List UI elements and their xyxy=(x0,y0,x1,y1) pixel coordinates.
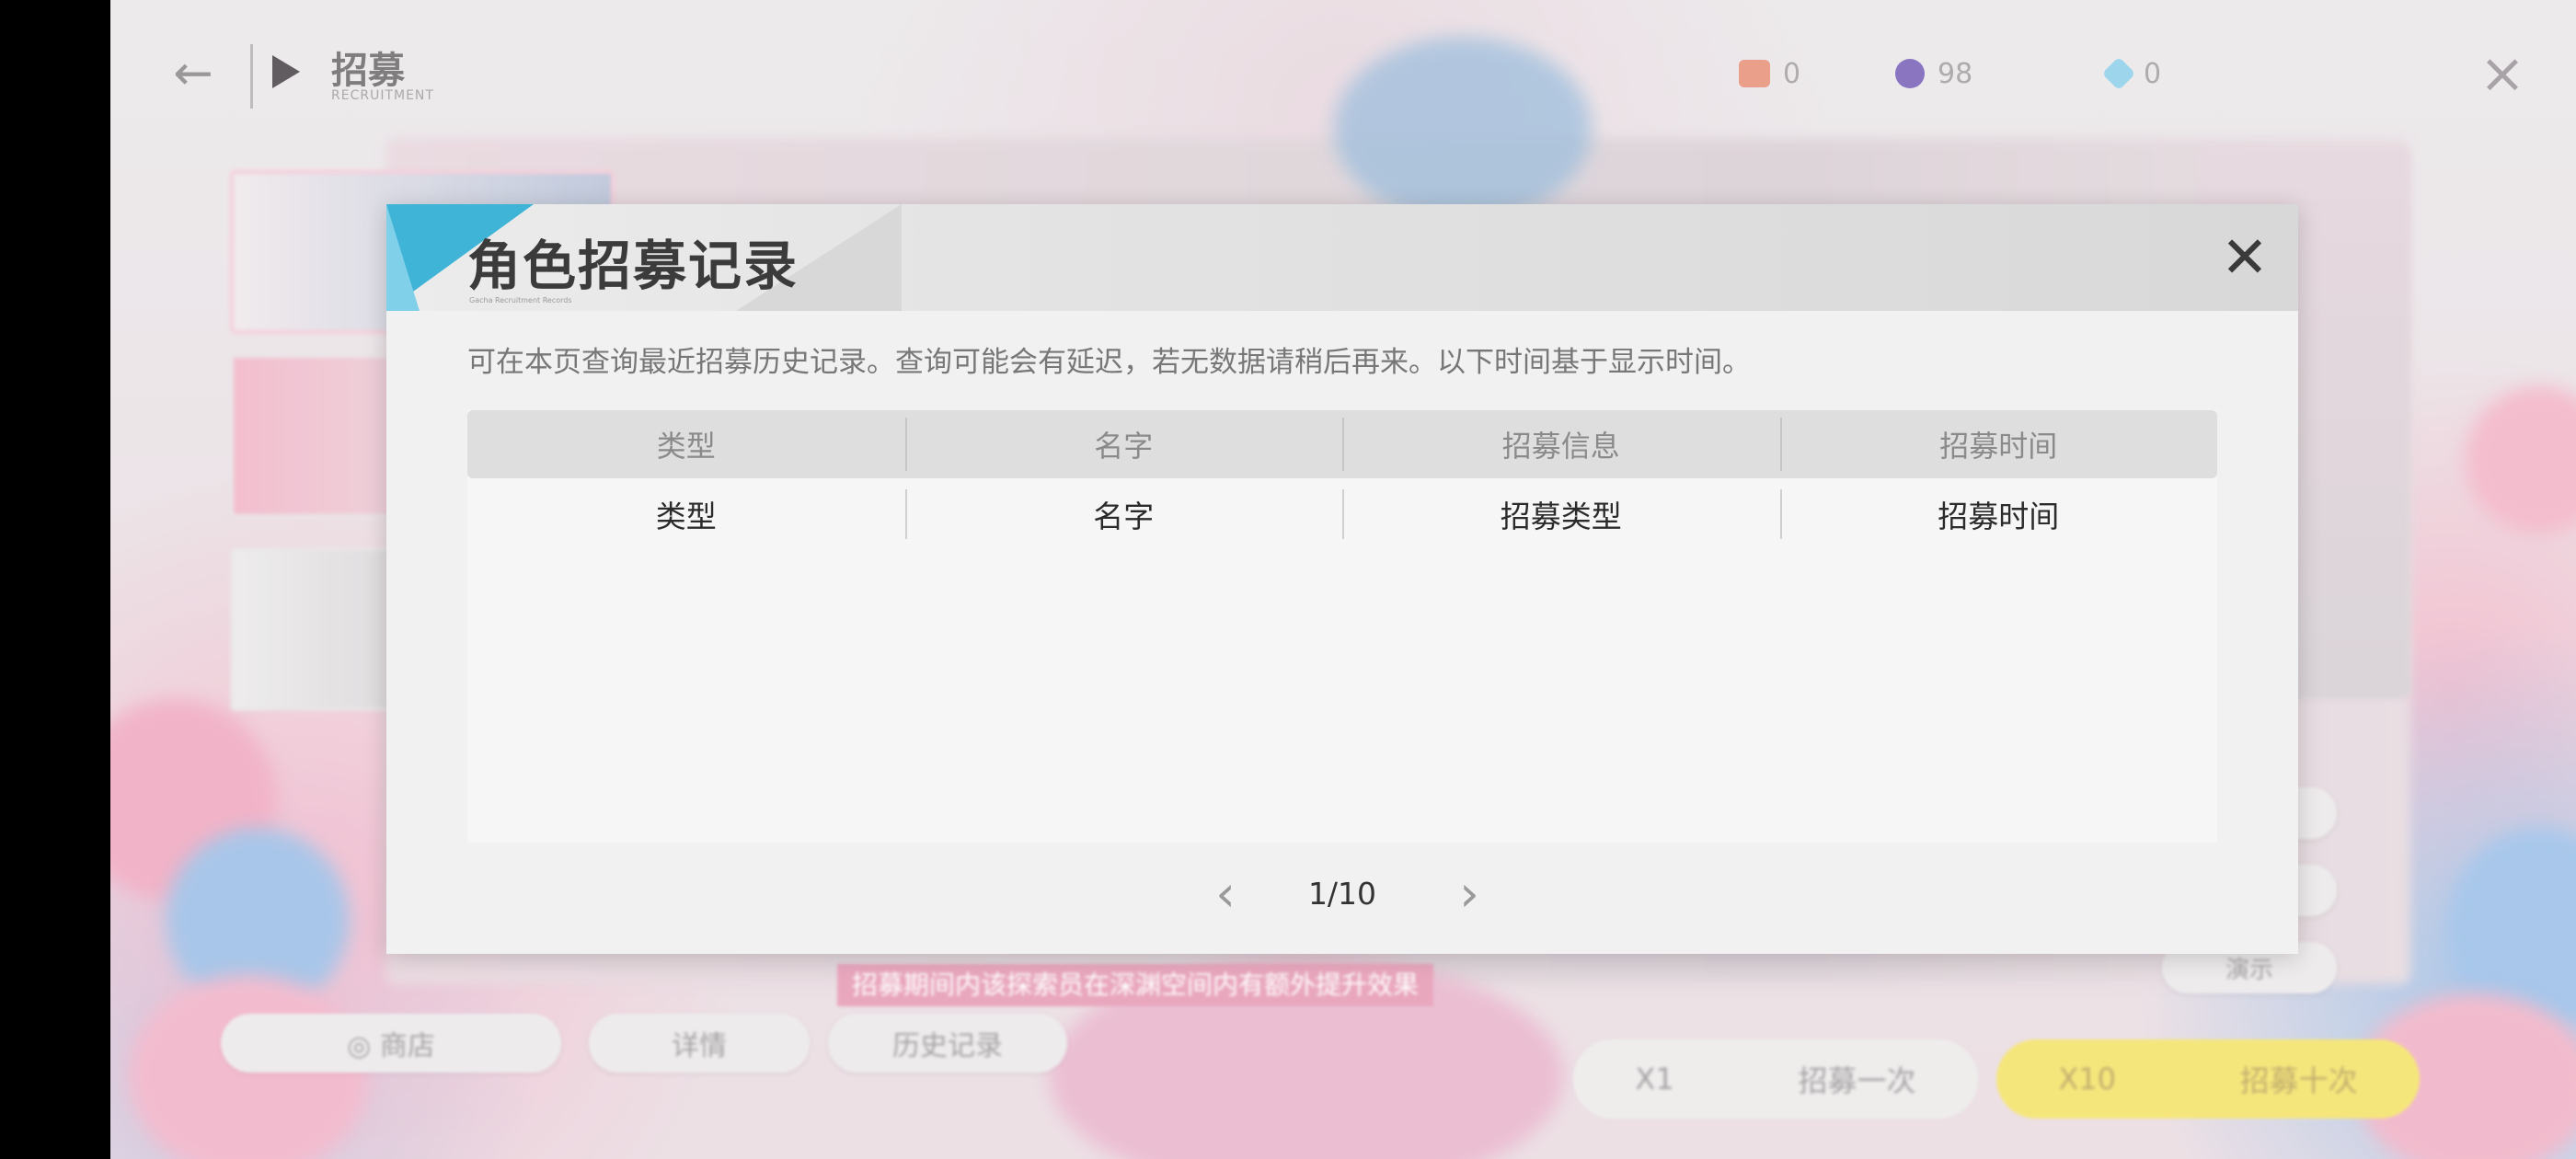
pagination: ‹ 1/10 › xyxy=(386,865,2298,924)
prev-page-chevron-icon[interactable]: ‹ xyxy=(1201,865,1250,924)
column-header-name: 名字 xyxy=(904,410,1343,478)
table-header: 类型 名字 招募信息 招募时间 xyxy=(467,410,2217,478)
page-indicator: 1/10 xyxy=(1307,876,1377,912)
column-header-type: 类型 xyxy=(656,429,716,464)
dialog-header: 角色招募记录 Gacha Recruitment Records ✕ xyxy=(386,204,2298,311)
column-header-info: 招募信息 xyxy=(1342,410,1780,478)
header-accent-light xyxy=(386,204,420,311)
history-table: 类型 名字 招募信息 招募时间 类型 名字 招募类型 招募时间 xyxy=(467,410,2217,843)
dialog-close-icon[interactable]: ✕ xyxy=(2217,229,2272,286)
cell-type: 类型 xyxy=(655,499,717,534)
dialog-title-sub: Gacha Recruitment Records xyxy=(469,296,572,304)
cell-info: 招募类型 xyxy=(1342,482,1780,546)
dialog-note: 可在本页查询最近招募历史记录。查询可能会有延迟，若无数据请稍后再来。以下时间基于… xyxy=(467,346,1751,379)
recruit-history-dialog: 角色招募记录 Gacha Recruitment Records ✕ 可在本页查… xyxy=(386,204,2298,954)
column-header-time: 招募时间 xyxy=(1779,410,2218,478)
left-black-bar xyxy=(0,0,110,1159)
table-row: 类型 名字 招募类型 招募时间 xyxy=(467,482,2217,546)
cell-time: 招募时间 xyxy=(1779,482,2218,546)
dialog-title: 角色招募记录 xyxy=(467,235,799,297)
cell-name: 名字 xyxy=(904,482,1343,546)
next-page-chevron-icon[interactable]: › xyxy=(1444,865,1494,924)
